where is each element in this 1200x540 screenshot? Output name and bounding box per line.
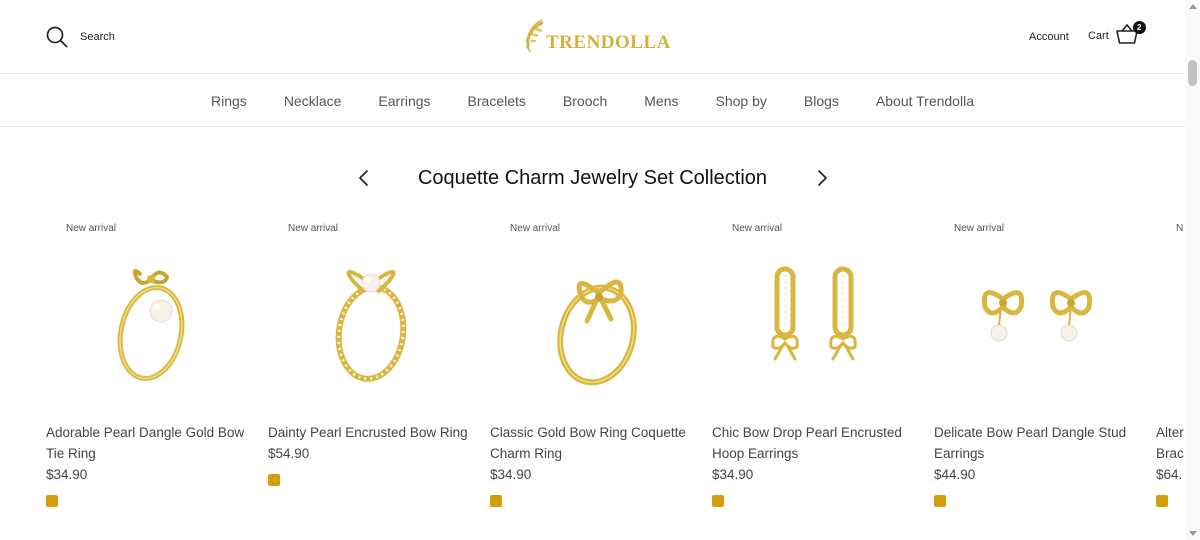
new-arrival-badge: New arrival [66,223,117,234]
nav-item-bracelets[interactable]: Bracelets [468,93,526,109]
ring-pearl-encrusted-image [335,269,407,382]
product-image[interactable] [268,240,474,410]
product-name[interactable]: Dainty Pearl Encrusted Bow Ring [268,422,478,443]
product-price: $34.90 [490,467,532,482]
collection-title: Coquette Charm Jewelry Set Collection [417,167,768,189]
scroll-thumb[interactable] [1188,60,1197,86]
color-swatch-gold[interactable] [1156,495,1168,507]
new-arrival-badge: N [1176,223,1184,234]
nav-item-blogs[interactable]: Blogs [804,93,839,109]
site-header: Search TRENDOLLA Account Cart 2 [0,0,1185,74]
search-label: Search [80,31,115,43]
product-card[interactable]: New arrival Adorable Pearl Dangle Gold B… [46,222,252,522]
scroll-down-arrow-icon[interactable] [1189,531,1197,536]
stud-earrings-image [981,290,1093,342]
search-button[interactable]: Search [46,26,115,48]
account-link[interactable]: Account [1029,31,1069,43]
product-price: $54.90 [268,446,310,461]
site-logo[interactable]: TRENDOLLA [520,16,671,56]
new-arrival-badge: New arrival [288,223,339,234]
nav-item-rings[interactable]: Rings [211,93,247,109]
product-name[interactable]: Adorable Pearl Dangle Gold Bow Tie Ring [46,422,256,464]
nav-item-shop-by[interactable]: Shop by [716,93,767,109]
nav-item-necklace[interactable]: Necklace [284,93,342,109]
product-image[interactable] [46,240,252,410]
product-name[interactable]: Classic Gold Bow Ring Coquette Charm Rin… [490,422,700,464]
new-arrival-badge: New arrival [954,223,1005,234]
product-carousel: New arrival Adorable Pearl Dangle Gold B… [46,222,1185,522]
color-swatch-gold[interactable] [934,495,946,507]
chevron-left-icon[interactable] [354,168,374,188]
collection-header: Coquette Charm Jewelry Set Collection [0,160,1185,200]
product-info: Delicate Bow Pearl Dangle Stud Earrings … [934,422,1144,507]
cart-label: Cart [1088,30,1109,42]
cart-icon-wrap: 2 [1115,21,1146,46]
product-image[interactable] [712,240,918,410]
product-info: Alter Brac $64. [1156,422,1185,507]
product-price: $64. [1156,467,1183,482]
product-price: $44.90 [934,467,976,482]
main-nav: Rings Necklace Earrings Bracelets Brooch… [0,75,1185,127]
product-card[interactable]: New arrival Delicate Bow Pearl Dangle St… [934,222,1140,522]
product-info: Adorable Pearl Dangle Gold Bow Tie Ring … [46,422,256,507]
ring-gold-bow-image [557,279,637,386]
nav-item-mens[interactable]: Mens [644,93,678,109]
color-swatch-gold[interactable] [46,495,58,507]
hoop-earrings-image [771,266,857,361]
color-swatch-gold[interactable] [268,474,280,486]
chevron-right-icon[interactable] [812,168,832,188]
nav-item-brooch[interactable]: Brooch [563,93,607,109]
product-price: $34.90 [46,467,88,482]
product-image[interactable] [490,240,696,410]
product-name[interactable]: Delicate Bow Pearl Dangle Stud Earrings [934,422,1144,464]
color-swatch-gold[interactable] [490,495,502,507]
cart-button[interactable]: Cart 2 [1088,21,1146,46]
search-icon [46,26,68,48]
product-name[interactable]: Alter Brac [1156,422,1184,464]
product-card[interactable]: New arrival Classic Gold Bow Ring Coquet… [490,222,696,522]
product-info: Dainty Pearl Encrusted Bow Ring $54.90 [268,422,478,486]
new-arrival-badge: New arrival [732,223,783,234]
new-arrival-badge: New arrival [510,223,561,234]
nav-item-earrings[interactable]: Earrings [378,93,430,109]
product-image[interactable] [934,240,1140,410]
scroll-up-arrow-icon[interactable] [1189,4,1197,9]
product-card-partial[interactable]: N Alter Brac $64. [1156,222,1185,522]
nav-item-about[interactable]: About Trendolla [876,93,974,109]
product-info: Chic Bow Drop Pearl Encrusted Hoop Earri… [712,422,922,507]
product-price: $34.90 [712,467,754,482]
logo-text: TRENDOLLA [546,32,671,53]
ring-pearl-image [117,268,185,381]
cart-count-badge: 2 [1132,21,1146,34]
product-card[interactable]: New arrival Chic Bow Drop Pearl Encruste… [712,222,918,522]
color-swatch-gold[interactable] [712,495,724,507]
page-scrollbar[interactable] [1185,0,1200,540]
product-info: Classic Gold Bow Ring Coquette Charm Rin… [490,422,700,507]
product-card[interactable]: New arrival Dainty Pearl Encrusted Bow R… [268,222,474,522]
product-name[interactable]: Chic Bow Drop Pearl Encrusted Hoop Earri… [712,422,922,464]
